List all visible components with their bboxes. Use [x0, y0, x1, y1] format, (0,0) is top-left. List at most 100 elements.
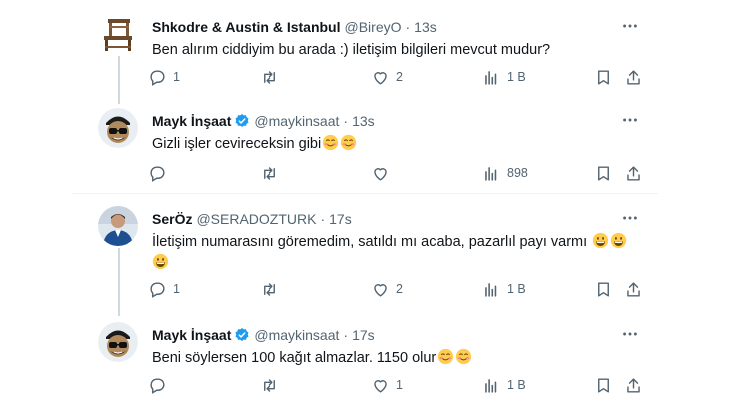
- share-button[interactable]: [624, 67, 643, 87]
- bookmark-button[interactable]: [594, 375, 613, 395]
- chair-avatar[interactable]: [98, 14, 138, 54]
- share-button[interactable]: [624, 375, 643, 395]
- smiling-face-icon: [456, 348, 472, 365]
- views-button[interactable]: 1 B: [482, 279, 526, 299]
- view-count: 1 B: [507, 282, 526, 296]
- more-options-icon[interactable]: [620, 208, 640, 228]
- tweet-text: Beni söylersen 100 kağıt almazlar. 1150 …: [152, 348, 632, 369]
- repost-button[interactable]: [260, 163, 285, 183]
- smiling-face-icon: [323, 134, 339, 151]
- grinning-face-icon: [593, 232, 609, 249]
- share-icon: [627, 377, 640, 393]
- tweet-card[interactable]: Shkodre & Austin & Istanbul @BireyO · 13…: [98, 14, 650, 94]
- separator-dot: ·: [405, 19, 411, 35]
- share-icon: [627, 165, 640, 181]
- heart-icon: [374, 379, 387, 393]
- view-count: 1 B: [507, 378, 526, 392]
- like-button[interactable]: 2: [371, 67, 403, 87]
- smiling-face-icon: [341, 134, 357, 151]
- thread-divider: [72, 193, 658, 194]
- photo-avatar[interactable]: [98, 206, 138, 246]
- reply-count: 1: [173, 282, 180, 296]
- cartoon-avatar[interactable]: [98, 322, 138, 362]
- grinning-face-icon: [152, 253, 169, 270]
- views-button[interactable]: 1 B: [482, 67, 526, 87]
- more-options-icon[interactable]: [620, 16, 640, 36]
- views-button[interactable]: 1 B: [482, 375, 526, 395]
- like-count: 2: [396, 282, 403, 296]
- separator-dot: ·: [343, 327, 349, 343]
- bookmark-button[interactable]: [594, 163, 613, 183]
- more-options-icon[interactable]: [620, 324, 640, 344]
- like-count: 1: [396, 378, 403, 392]
- tweet-card[interactable]: Mayk İnşaat @maykinsaat · 13s Gizli işle…: [98, 108, 650, 188]
- display-name[interactable]: Shkodre & Austin & Istanbul: [152, 18, 341, 36]
- bookmark-button[interactable]: [594, 67, 613, 87]
- user-handle[interactable]: @maykinsaat: [254, 112, 339, 130]
- separator-dot: ·: [343, 113, 349, 129]
- bookmark-icon: [598, 165, 609, 181]
- views-button[interactable]: 898: [482, 163, 528, 183]
- tweet-text-content: Beni söylersen 100 kağıt almazlar. 1150 …: [152, 350, 437, 366]
- bookmark-button[interactable]: [594, 279, 613, 299]
- tweet-text: Ben alırım ciddiyim bu arada :) iletişim…: [152, 40, 632, 61]
- repost-button[interactable]: [260, 279, 285, 299]
- reply-icon: [150, 281, 165, 298]
- heart-icon: [374, 283, 387, 297]
- share-icon: [627, 69, 640, 85]
- reply-button[interactable]: 1: [148, 67, 180, 87]
- action-bar: 898: [148, 163, 648, 183]
- like-button[interactable]: [371, 163, 396, 183]
- repost-button[interactable]: [260, 375, 285, 395]
- reply-icon: [150, 69, 165, 86]
- action-bar: 1 2 1 B: [148, 67, 648, 87]
- verified-badge-icon: [235, 328, 249, 341]
- reply-button[interactable]: [148, 375, 173, 395]
- share-button[interactable]: [624, 163, 643, 183]
- bookmark-icon: [598, 69, 609, 85]
- user-handle[interactable]: @maykinsaat: [254, 326, 339, 344]
- timestamp[interactable]: 13s: [414, 18, 437, 36]
- display-name[interactable]: Mayk İnşaat: [152, 326, 231, 344]
- analytics-icon: [485, 282, 497, 297]
- user-handle[interactable]: @SERADOZTURK: [196, 210, 316, 228]
- smiling-face-icon: [438, 348, 454, 365]
- like-button[interactable]: 2: [371, 279, 403, 299]
- timestamp[interactable]: 17s: [329, 210, 352, 228]
- action-bar: 1 1 B: [148, 375, 648, 395]
- analytics-icon: [485, 70, 497, 85]
- like-button[interactable]: 1: [371, 375, 403, 395]
- tweet-text-content: Gizli işler cevireceksin gibi: [152, 136, 322, 152]
- cartoon-avatar[interactable]: [98, 108, 138, 148]
- tweet-text-content: Ben alırım ciddiyim bu arada :) iletişim…: [152, 42, 551, 58]
- reply-icon: [150, 165, 165, 182]
- display-name[interactable]: Mayk İnşaat: [152, 112, 231, 130]
- like-count: 2: [396, 70, 403, 84]
- timestamp[interactable]: 17s: [352, 326, 375, 344]
- analytics-icon: [485, 378, 497, 393]
- view-count: 898: [507, 166, 528, 180]
- share-icon: [627, 281, 640, 297]
- reply-button[interactable]: 1: [148, 279, 180, 299]
- tweet-card[interactable]: Mayk İnşaat @maykinsaat · 17s Beni söyle…: [98, 322, 650, 402]
- analytics-icon: [485, 166, 497, 181]
- tweet-card[interactable]: SerÖz @SERADOZTURK · 17s İletişim numara…: [98, 206, 650, 306]
- display-name[interactable]: SerÖz: [152, 210, 192, 228]
- repost-icon: [264, 70, 275, 84]
- share-button[interactable]: [624, 279, 643, 299]
- view-count: 1 B: [507, 70, 526, 84]
- more-options-icon[interactable]: [620, 110, 640, 130]
- repost-icon: [264, 166, 275, 180]
- repost-icon: [264, 282, 275, 296]
- verified-badge-icon: [235, 114, 249, 127]
- reply-button[interactable]: [148, 163, 173, 183]
- grinning-face-icon: [611, 232, 627, 249]
- bookmark-icon: [598, 281, 609, 297]
- separator-dot: ·: [320, 211, 326, 227]
- action-bar: 1 2 1 B: [148, 279, 648, 299]
- reply-count: 1: [173, 70, 180, 84]
- user-handle[interactable]: @BireyO: [345, 18, 402, 36]
- repost-button[interactable]: [260, 67, 285, 87]
- timestamp[interactable]: 13s: [352, 112, 375, 130]
- tweet-text: İletişim numarasını göremedim, satıldı m…: [152, 232, 632, 274]
